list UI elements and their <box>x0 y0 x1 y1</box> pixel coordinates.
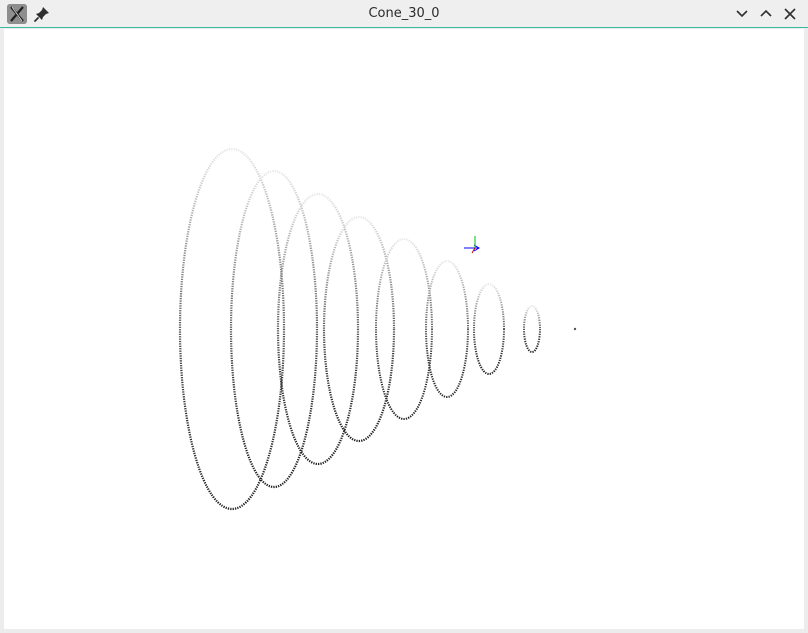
cone-rings <box>178 147 541 511</box>
axes-gizmo <box>464 236 480 254</box>
chevron-down-icon <box>736 10 748 18</box>
cone-ring <box>473 283 505 375</box>
cone-apex-point <box>573 327 577 331</box>
window-title: Cone_30_0 <box>368 6 440 21</box>
chevron-up-icon <box>760 9 772 17</box>
cone-ring <box>523 305 541 353</box>
application-window: Cone_30_0 <box>0 0 808 633</box>
cone-ring <box>375 238 433 420</box>
cone-scene <box>178 147 577 511</box>
3d-viewport-canvas[interactable] <box>4 29 804 629</box>
close-icon <box>784 8 796 20</box>
title-bar[interactable]: Cone_30_0 <box>0 0 808 28</box>
minimize-button[interactable] <box>733 5 751 23</box>
cone-ring <box>276 192 360 466</box>
maximize-button[interactable] <box>757 5 775 23</box>
close-button[interactable] <box>781 5 799 23</box>
